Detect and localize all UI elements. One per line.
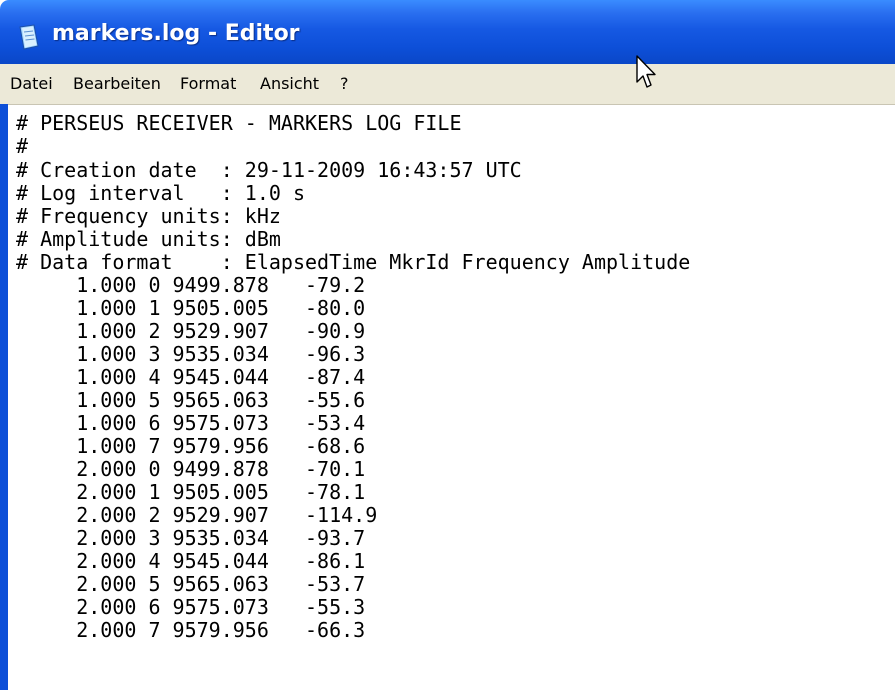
text-editor-area[interactable]: # PERSEUS RECEIVER - MARKERS LOG FILE # … [8, 106, 895, 690]
menu-datei[interactable]: Datei [10, 74, 53, 93]
log-line: 1.000 6 9575.073 -53.4 [16, 411, 366, 435]
log-line: 2.000 7 9579.956 -66.3 [16, 618, 366, 642]
title-bar[interactable]: markers.log - Editor [0, 0, 895, 64]
log-line: 1.000 1 9505.005 -80.0 [16, 296, 366, 320]
notepad-icon [19, 24, 39, 50]
log-line: # Frequency units: kHz [16, 204, 281, 228]
log-line: 1.000 0 9499.878 -79.2 [16, 273, 366, 297]
log-line: # PERSEUS RECEIVER - MARKERS LOG FILE [16, 111, 462, 135]
log-line: 2.000 2 9529.907 -114.9 [16, 503, 378, 527]
log-line: 2.000 5 9565.063 -53.7 [16, 572, 366, 596]
log-line: # [16, 134, 29, 158]
log-line: 2.000 1 9505.005 -78.1 [16, 480, 366, 504]
window-title: markers.log - Editor [52, 21, 300, 46]
menu-format[interactable]: Format [180, 74, 236, 93]
menu-ansicht[interactable]: Ansicht [260, 74, 319, 93]
log-line: 2.000 0 9499.878 -70.1 [16, 457, 366, 481]
mouse-pointer-icon [636, 55, 656, 88]
log-line: # Creation date : 29-11-2009 16:43:57 UT… [16, 158, 522, 182]
log-line: 2.000 6 9575.073 -55.3 [16, 595, 366, 619]
log-line: 1.000 4 9545.044 -87.4 [16, 365, 366, 389]
log-line: 1.000 7 9579.956 -68.6 [16, 434, 366, 458]
log-line: 2.000 4 9545.044 -86.1 [16, 549, 366, 573]
log-line: 2.000 3 9535.034 -93.7 [16, 526, 366, 550]
log-line: 1.000 3 9535.034 -96.3 [16, 342, 366, 366]
menu-help[interactable]: ? [340, 74, 349, 93]
log-line: # Data format : ElapsedTime MkrId Freque… [16, 250, 691, 274]
log-line: # Log interval : 1.0 s [16, 181, 305, 205]
editor-window: markers.log - Editor Datei Bearbeiten Fo… [0, 0, 895, 690]
menu-bar: Datei Bearbeiten Format Ansicht ? [0, 64, 895, 105]
log-line: 1.000 5 9565.063 -55.6 [16, 388, 366, 412]
menu-bearbeiten[interactable]: Bearbeiten [73, 74, 161, 93]
log-line: # Amplitude units: dBm [16, 227, 281, 251]
log-line: 1.000 2 9529.907 -90.9 [16, 319, 366, 343]
window-frame-left [0, 104, 8, 690]
